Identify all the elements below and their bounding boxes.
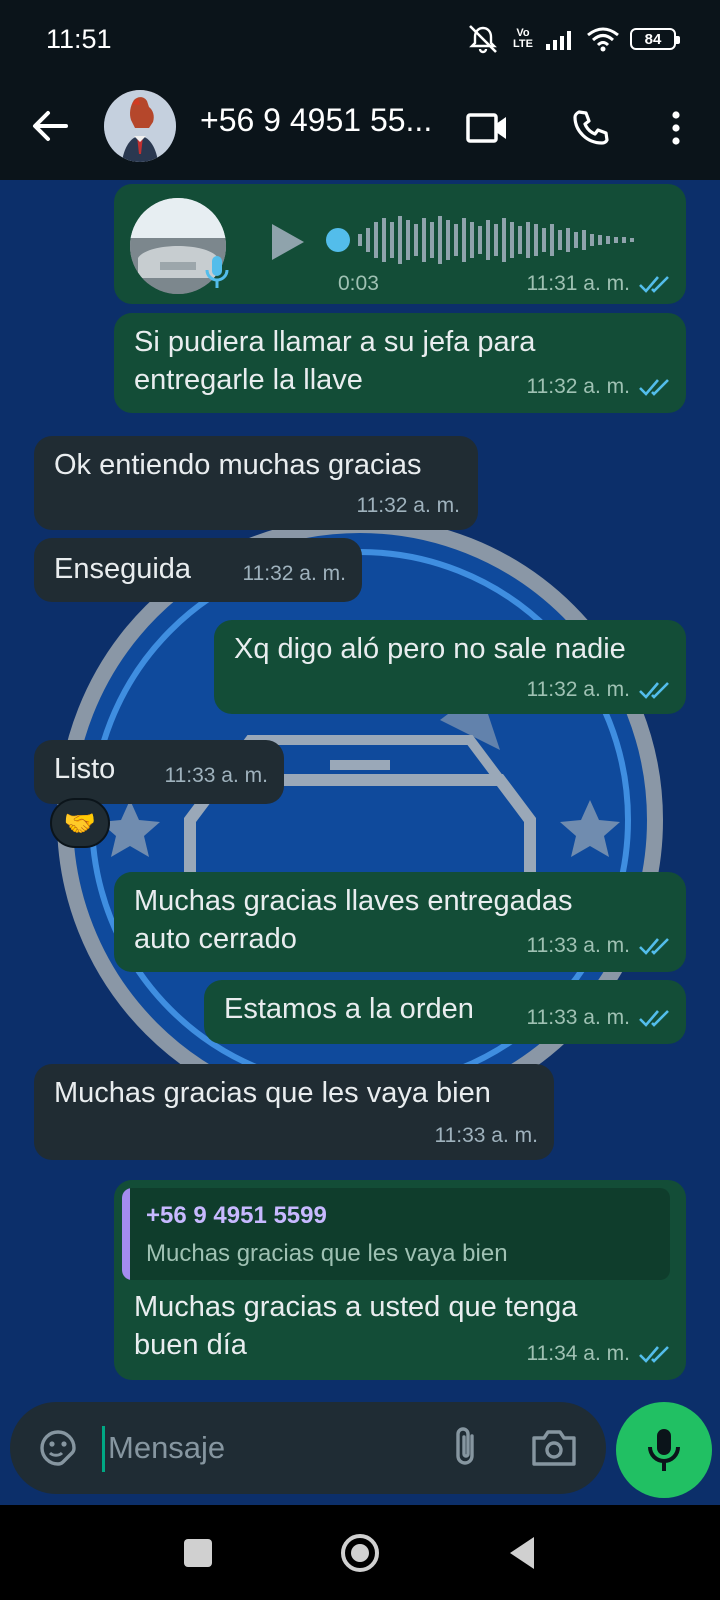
message-bubble-outgoing[interactable]: Estamos a la orden 11:33 a. m.: [204, 980, 686, 1044]
message-text: Enseguida: [54, 553, 192, 585]
avatar-image: [104, 90, 176, 162]
voice-record-button[interactable]: [616, 1402, 712, 1498]
message-time: 11:32 a. m.: [356, 494, 460, 517]
battery-indicator: 84: [630, 28, 680, 50]
message-text: Listo: [54, 753, 116, 785]
text-cursor: [102, 1426, 105, 1472]
read-ticks-icon: [639, 276, 669, 293]
recents-button[interactable]: [176, 1531, 220, 1575]
play-icon[interactable]: [264, 220, 308, 264]
avatar[interactable]: [104, 90, 176, 162]
message-meta: 11:33 a. m.: [526, 934, 672, 958]
message-bubble-incoming[interactable]: Muchas gracias que les vaya bien 11:33 a…: [34, 1064, 554, 1160]
message-meta: 11:32 a. m.: [526, 375, 672, 399]
message-bubble-reply[interactable]: +56 9 4951 5599 Muchas gracias que les v…: [114, 1180, 686, 1380]
call-button[interactable]: [564, 102, 616, 154]
wifi-icon: [587, 27, 619, 52]
message-bubble-incoming[interactable]: Listo 11:33 a. m.: [34, 740, 284, 804]
message-time: 11:32 a. m.: [242, 562, 346, 585]
message-time: 11:32 a. m.: [526, 678, 630, 701]
message-meta: 11:32 a. m.: [242, 562, 346, 586]
status-bar: 11:51 Vo LTE 84: [0, 0, 720, 78]
circle-icon: [341, 1534, 379, 1572]
voice-duration: 0:03: [338, 272, 379, 295]
message-bubble-outgoing[interactable]: Si pudiera llamar a su jefa para entrega…: [114, 313, 686, 413]
message-reaction[interactable]: 🤝: [50, 798, 110, 848]
home-button[interactable]: [338, 1531, 382, 1575]
message-text: Muchas gracias que les vaya bien: [54, 1077, 491, 1109]
message-meta: 11:32 a. m.: [356, 494, 460, 518]
more-options-button[interactable]: [650, 102, 702, 154]
message-meta: 11:33 a. m.: [164, 764, 268, 788]
contact-name[interactable]: +56 9 4951 55...: [200, 102, 445, 139]
chat-area[interactable]: 0:03 11:31 a. m. Si pudiera llamar a su …: [0, 180, 720, 1505]
message-composer: [10, 1402, 606, 1494]
message-time: 11:31 a. m.: [526, 272, 630, 295]
microphone-icon: [648, 1429, 680, 1471]
message-time: 11:33 a. m.: [526, 1006, 630, 1029]
camera-icon[interactable]: [530, 1424, 578, 1470]
message-voice-note[interactable]: 0:03 11:31 a. m.: [114, 184, 686, 304]
paperclip-icon[interactable]: [444, 1424, 490, 1470]
read-ticks-icon: [639, 1346, 669, 1363]
back-button[interactable]: [500, 1531, 544, 1575]
message-bubble-outgoing[interactable]: Muchas gracias llaves entregadas auto ce…: [114, 872, 686, 972]
message-input[interactable]: [108, 1422, 408, 1474]
message-time: 11:32 a. m.: [526, 375, 630, 398]
message-time: 11:33 a. m.: [434, 1124, 538, 1147]
square-icon: [184, 1539, 212, 1567]
triangle-back-icon: [510, 1537, 534, 1569]
sticker-icon[interactable]: [36, 1426, 80, 1470]
message-meta: 11:33 a. m.: [526, 1006, 672, 1030]
read-ticks-icon: [639, 938, 669, 955]
read-ticks-icon: [639, 682, 669, 699]
video-call-button[interactable]: [462, 102, 514, 154]
message-bubble-outgoing[interactable]: Xq digo aló pero no sale nadie 11:32 a. …: [214, 620, 686, 714]
system-nav-bar: [0, 1505, 720, 1600]
signal-icon: [546, 31, 571, 50]
volte-label: Vo LTE: [513, 27, 533, 50]
message-meta: 11:34 a. m.: [526, 1342, 672, 1366]
message-bubble-incoming[interactable]: Enseguida 11:32 a. m.: [34, 538, 362, 602]
message-bubble-incoming[interactable]: Ok entiendo muchas gracias 11:32 a. m.: [34, 436, 478, 530]
message-time: 11:33 a. m.: [526, 934, 630, 957]
chat-header: +56 9 4951 55...: [0, 78, 720, 180]
message-meta: 11:32 a. m.: [526, 678, 672, 702]
read-ticks-icon: [639, 1010, 669, 1027]
quote-text: Muchas gracias que les vaya bien: [146, 1240, 508, 1267]
message-text: Ok entiendo muchas gracias: [54, 449, 422, 481]
video-call-icon: [466, 113, 506, 143]
voice-waveform[interactable]: [324, 214, 654, 266]
phone-icon: [573, 110, 609, 145]
message-meta: 11:33 a. m.: [434, 1124, 538, 1148]
message-time: 11:33 a. m.: [164, 764, 268, 787]
message-text: Xq digo aló pero no sale nadie: [234, 633, 626, 665]
read-ticks-icon: [639, 379, 669, 396]
quote-accent-bar: [122, 1188, 130, 1280]
arrow-left-icon[interactable]: [26, 102, 74, 150]
message-meta: 11:31 a. m.: [526, 272, 672, 296]
quoted-message[interactable]: +56 9 4951 5599 Muchas gracias que les v…: [122, 1188, 670, 1280]
status-time: 11:51: [46, 24, 112, 54]
status-icons: Vo LTE 84: [466, 22, 680, 56]
quote-author: +56 9 4951 5599: [146, 1202, 327, 1229]
message-time: 11:34 a. m.: [526, 1342, 630, 1365]
mute-bell-icon: [469, 25, 497, 54]
microphone-badge-icon: [205, 256, 229, 288]
more-vertical-icon: [672, 111, 680, 145]
message-text: Estamos a la orden: [224, 993, 474, 1025]
